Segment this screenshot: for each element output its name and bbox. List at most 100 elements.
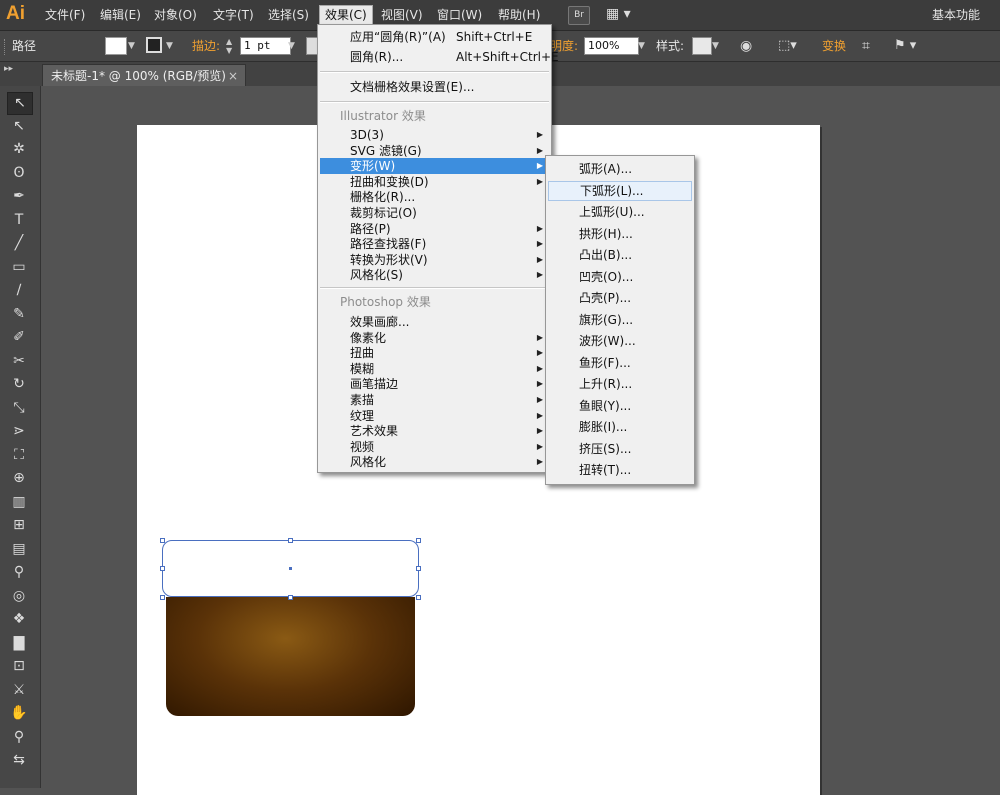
warp-item-2[interactable]: 上弧形(U)...	[548, 202, 692, 222]
chevron-down-icon[interactable]: ▼	[166, 37, 176, 55]
selection-handle[interactable]	[160, 566, 165, 571]
selection-tool-icon[interactable]: ↖	[7, 92, 33, 115]
recolor-artwork-icon[interactable]: ◉	[740, 37, 758, 55]
paintbrush-tool-icon[interactable]: ∕	[7, 280, 31, 301]
warp-item-14[interactable]: 扭转(T)...	[548, 460, 692, 480]
menu-item-photoshop-8[interactable]: 视频 ▶	[320, 439, 549, 455]
direct-selection-tool-icon[interactable]: ↖	[7, 116, 31, 137]
menu-item-photoshop-0[interactable]: 效果画廊...	[320, 314, 549, 330]
pencil-tool-icon[interactable]: ✎	[7, 304, 31, 325]
width-tool-icon[interactable]: ⋗	[7, 421, 31, 442]
menu-last-effect[interactable]: 圆角(R)... Alt+Shift+Ctrl+E	[320, 49, 559, 65]
warp-item-9[interactable]: 鱼形(F)...	[548, 353, 692, 373]
opacity-field[interactable]: 100%	[584, 37, 639, 55]
selection-handle[interactable]	[416, 566, 421, 571]
menu-item-illustrator-5[interactable]: 裁剪标记(O)	[320, 205, 549, 221]
selection-handle[interactable]	[160, 595, 165, 600]
transform-link[interactable]: 变换	[822, 37, 846, 55]
menu-item-illustrator-4[interactable]: 栅格化(R)...	[320, 189, 549, 205]
magic-wand-tool-icon[interactable]: ✲	[7, 139, 31, 160]
bridge-button[interactable]: Br	[568, 6, 590, 25]
collapse-panels-icon[interactable]: ▸▸	[4, 64, 13, 74]
transform-bounds-icon[interactable]: ⌗	[862, 37, 882, 55]
stroke-weight-stepper-icon[interactable]: ▲ ▼	[226, 37, 238, 55]
menu-item-photoshop-6[interactable]: 纹理 ▶	[320, 408, 549, 424]
warp-item-13[interactable]: 挤压(S)...	[548, 439, 692, 459]
align-to-icon[interactable]: ⬚▾	[778, 37, 804, 55]
selection-handle[interactable]	[160, 538, 165, 543]
gradient-tool-icon[interactable]: ▤	[7, 539, 31, 560]
stroke-weight-field[interactable]: 1 pt	[240, 37, 291, 55]
menu-apply-last-effect[interactable]: 应用“圆角(R)”(A) Shift+Ctrl+E	[320, 29, 549, 45]
menu-effect[interactable]: 效果(C)	[319, 5, 373, 25]
chevron-down-icon[interactable]: ▼	[128, 37, 138, 55]
menu-type[interactable]: 文字(T)	[208, 6, 259, 24]
warp-item-8[interactable]: 波形(W)...	[548, 331, 692, 351]
menu-select[interactable]: 选择(S)	[263, 6, 314, 24]
graphic-style-swatch[interactable]	[692, 37, 712, 55]
pen-tool-icon[interactable]: ✒	[7, 186, 31, 207]
menu-edit[interactable]: 编辑(E)	[95, 6, 146, 24]
selection-handle[interactable]	[416, 538, 421, 543]
menu-window[interactable]: 窗口(W)	[432, 6, 487, 24]
eyedropper-tool-icon[interactable]: ⚲	[7, 562, 31, 583]
menu-item-photoshop-2[interactable]: 扭曲 ▶	[320, 345, 549, 361]
scissors-tool-icon[interactable]: ✂	[7, 351, 31, 372]
menu-item-photoshop-9[interactable]: 风格化 ▶	[320, 454, 549, 470]
warp-item-5[interactable]: 凹壳(O)...	[548, 267, 692, 287]
blob-brush-tool-icon[interactable]: ✐	[7, 327, 31, 348]
warp-item-10[interactable]: 上升(R)...	[548, 374, 692, 394]
type-tool-icon[interactable]: T	[7, 210, 31, 231]
slice-tool-icon[interactable]: ⚔	[7, 680, 31, 701]
menu-item-photoshop-3[interactable]: 模糊 ▶	[320, 361, 549, 377]
rectangle-tool-icon[interactable]: ▭	[7, 257, 31, 278]
panel-grip[interactable]	[4, 39, 8, 55]
warp-item-3[interactable]: 拱形(H)...	[548, 224, 692, 244]
warp-item-1[interactable]: 下弧形(L)...	[548, 180, 692, 201]
scale-tool-icon[interactable]: ⤡	[7, 398, 31, 419]
menu-item-photoshop-5[interactable]: 素描 ▶	[320, 392, 549, 408]
lasso-tool-icon[interactable]: ʘ	[7, 163, 31, 184]
warp-item-0[interactable]: 弧形(A)...	[548, 159, 692, 179]
menu-item-illustrator-2[interactable]: 变形(W) ▶	[320, 158, 549, 175]
menu-help[interactable]: 帮助(H)	[493, 6, 545, 24]
arrange-documents-icon[interactable]: ▦ ▾	[606, 6, 636, 23]
document-tab[interactable]: 未标题-1* @ 100% (RGB/预览) ×	[42, 64, 246, 86]
blend-tool-icon[interactable]: ◎	[7, 586, 31, 607]
menu-item-illustrator-9[interactable]: 风格化(S) ▶	[320, 267, 549, 283]
artboard-tool-icon[interactable]: ⊡	[7, 656, 31, 677]
warp-item-6[interactable]: 凸壳(P)...	[548, 288, 692, 308]
warp-item-4[interactable]: 凸出(B)...	[548, 245, 692, 265]
column-graph-tool-icon[interactable]: ▇	[7, 633, 31, 654]
menu-item-photoshop-7[interactable]: 艺术效果 ▶	[320, 423, 549, 439]
fill-stroke-swap-icon-icon[interactable]: ⇆	[7, 750, 31, 771]
menu-item-illustrator-3[interactable]: 扭曲和变换(D) ▶	[320, 174, 549, 190]
rotate-tool-icon[interactable]: ↻	[7, 374, 31, 395]
stroke-label[interactable]: 描边:	[192, 37, 220, 55]
close-icon[interactable]: ×	[228, 65, 238, 87]
stroke-color-swatch[interactable]	[146, 37, 162, 53]
mesh-tool-icon[interactable]: ⊞	[7, 515, 31, 536]
symbol-sprayer-tool-icon[interactable]: ❖	[7, 609, 31, 630]
selection-handle[interactable]	[288, 538, 293, 543]
menu-file[interactable]: 文件(F)	[40, 6, 90, 24]
fill-color-swatch[interactable]	[105, 37, 127, 55]
warp-item-12[interactable]: 膨胀(I)...	[548, 417, 692, 437]
menu-item-photoshop-1[interactable]: 像素化 ▶	[320, 330, 549, 346]
isolate-object-icon[interactable]: ⚑ ▾	[894, 37, 924, 55]
selection-handle[interactable]	[416, 595, 421, 600]
menu-item-illustrator-8[interactable]: 转换为形状(V) ▶	[320, 252, 549, 268]
menu-item-illustrator-7[interactable]: 路径查找器(F) ▶	[320, 236, 549, 252]
chevron-down-icon[interactable]: ▼	[712, 37, 722, 55]
perspective-grid-tool-icon[interactable]: ▥	[7, 492, 31, 513]
menu-object[interactable]: 对象(O)	[149, 6, 202, 24]
menu-raster-effects-settings[interactable]: 文档栅格效果设置(E)...	[320, 79, 549, 95]
warp-item-7[interactable]: 旗形(G)...	[548, 310, 692, 330]
shape-builder-tool-icon[interactable]: ⊕	[7, 468, 31, 489]
warp-item-11[interactable]: 鱼眼(Y)...	[548, 396, 692, 416]
menu-view[interactable]: 视图(V)	[376, 6, 428, 24]
chevron-down-icon[interactable]: ▼	[288, 37, 298, 55]
chevron-down-icon[interactable]: ▼	[638, 37, 648, 55]
selection-handle[interactable]	[288, 595, 293, 600]
hand-tool-icon[interactable]: ✋	[7, 703, 31, 724]
